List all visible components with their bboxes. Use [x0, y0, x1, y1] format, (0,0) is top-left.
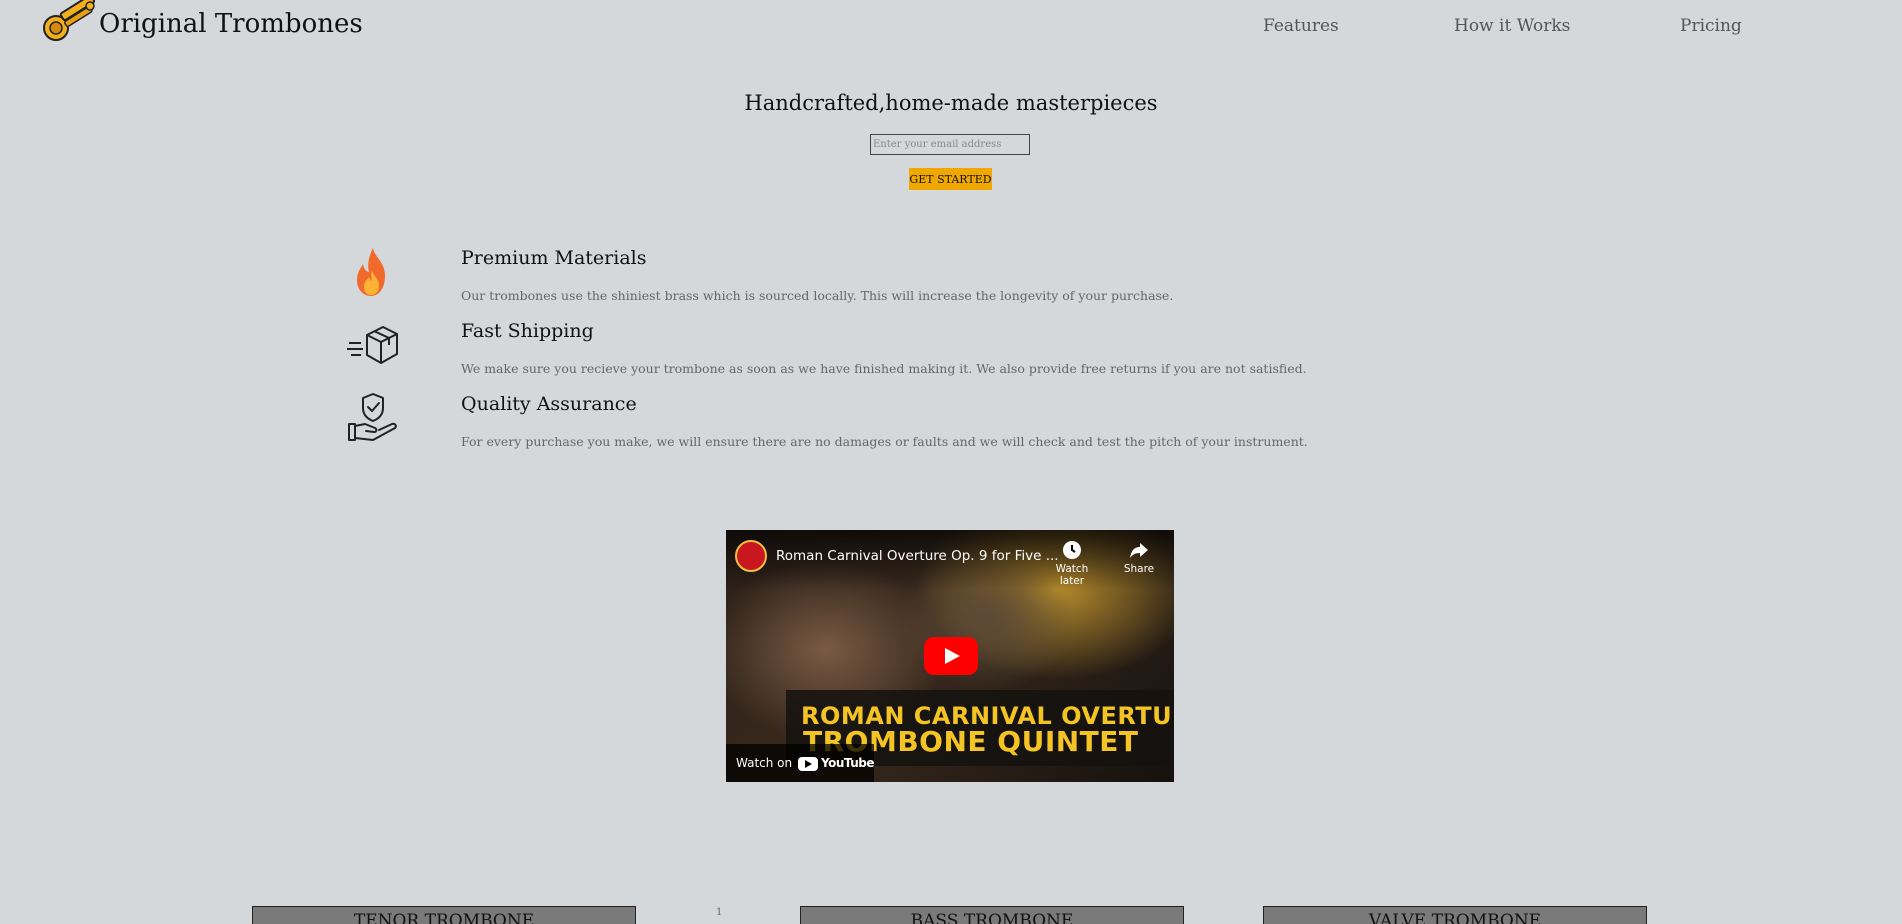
list-marker: 1: [716, 907, 723, 918]
nav-pricing[interactable]: Pricing: [1680, 16, 1742, 36]
play-button[interactable]: [924, 637, 978, 675]
video-title[interactable]: Roman Carnival Overture Op. 9 for Five .…: [776, 548, 1059, 564]
card-title: VALVE TROMBONE: [1368, 911, 1542, 924]
watch-later-label: Watch later: [1055, 563, 1089, 587]
watch-on-label: Watch on: [736, 756, 793, 770]
youtube-wordmark: YouTube: [821, 756, 875, 770]
share-arrow-icon: [1130, 543, 1148, 558]
share-button[interactable]: Share: [1119, 540, 1159, 575]
channel-avatar-icon[interactable]: [735, 540, 767, 572]
nav-how-it-works[interactable]: How it Works: [1454, 16, 1570, 36]
youtube-logo-icon: [798, 757, 818, 771]
feature-title: Premium Materials: [461, 247, 647, 269]
youtube-video-embed[interactable]: Roman Carnival Overture Op. 9 for Five .…: [726, 530, 1174, 782]
feature-title: Quality Assurance: [461, 393, 637, 415]
header: Original Trombones Features How it Works…: [0, 0, 1902, 55]
watch-later-button[interactable]: Watch later: [1042, 540, 1102, 587]
shield-hand-icon: [348, 393, 397, 441]
trombone-logo-icon[interactable]: [38, 0, 100, 50]
pricing-card-bass[interactable]: BASS TROMBONE: [800, 906, 1184, 924]
clock-icon: [1063, 541, 1081, 559]
brand-name: Original Trombones: [99, 9, 363, 39]
feature-title: Fast Shipping: [461, 320, 594, 342]
share-label: Share: [1123, 563, 1155, 575]
feature-description: For every purchase you make, we will ens…: [461, 434, 1308, 449]
card-title: TENOR TROMBONE: [353, 911, 535, 924]
fire-icon: [357, 248, 385, 296]
feature-description: Our trombones use the shiniest brass whi…: [461, 288, 1174, 303]
nav-features[interactable]: Features: [1263, 16, 1339, 36]
card-title: BASS TROMBONE: [910, 911, 1074, 924]
hero-title: Handcrafted,home-made masterpieces: [744, 91, 1158, 115]
pricing-card-tenor[interactable]: TENOR TROMBONE: [252, 906, 636, 924]
get-started-button[interactable]: GET STARTED: [909, 168, 992, 190]
pricing-card-valve[interactable]: VALVE TROMBONE: [1263, 906, 1647, 924]
shipping-box-icon: [347, 326, 398, 364]
feature-description: We make sure you recieve your trombone a…: [461, 361, 1307, 376]
email-input[interactable]: [870, 134, 1030, 155]
